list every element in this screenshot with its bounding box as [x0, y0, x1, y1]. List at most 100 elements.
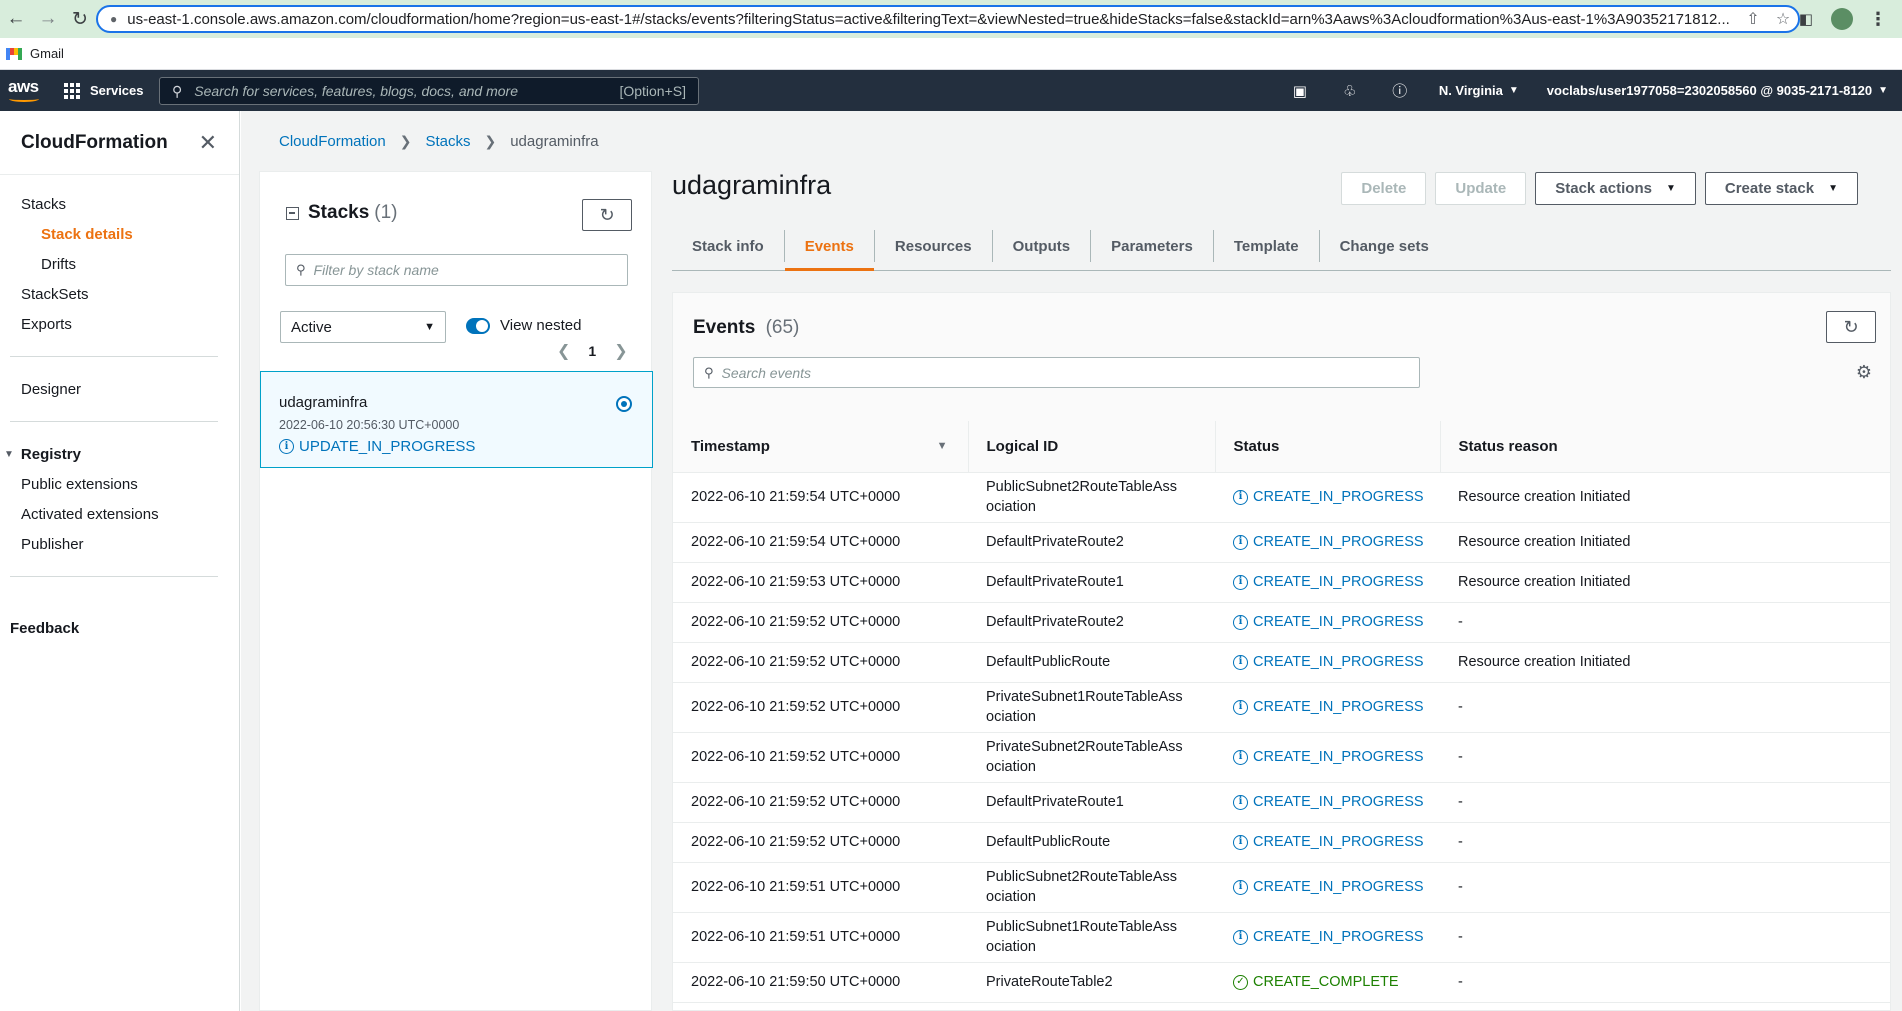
- status-text[interactable]: CREATE_IN_PROGRESS: [1253, 652, 1424, 672]
- aws-search-input[interactable]: [194, 83, 620, 99]
- column-header-status[interactable]: Status: [1214, 421, 1440, 473]
- services-button[interactable]: Services: [64, 82, 144, 99]
- column-header-status-reason[interactable]: Status reason: [1439, 421, 1890, 473]
- info-icon: i: [279, 439, 294, 454]
- info-icon: i: [1233, 834, 1248, 850]
- nav-section-registry[interactable]: ▼ Registry: [0, 439, 239, 469]
- tab-template[interactable]: Template: [1214, 230, 1320, 262]
- refresh-icon: ↻: [599, 204, 615, 225]
- chevron-right-icon[interactable]: ❯: [614, 341, 627, 361]
- region-selector[interactable]: N. Virginia ▼: [1425, 83, 1533, 98]
- events-search-input[interactable]: [721, 364, 1409, 381]
- info-icon: i: [1233, 879, 1248, 895]
- main-content: CloudFormation ❯ Stacks ❯ udagraminfra S…: [241, 111, 1902, 1011]
- aws-search-bar[interactable]: ⚲ [Option+S]: [159, 77, 699, 105]
- help-icon[interactable]: ⓘ: [1375, 70, 1425, 111]
- column-header-logical-id[interactable]: Logical ID: [967, 421, 1215, 473]
- table-row: 2022-06-10 21:59:52 UTC+0000 PrivateSubne…: [673, 682, 1890, 733]
- status-text[interactable]: CREATE_IN_PROGRESS: [1253, 572, 1424, 592]
- status-text[interactable]: CREATE_IN_PROGRESS: [1253, 877, 1424, 897]
- tab-change-sets[interactable]: Change sets: [1320, 230, 1449, 262]
- stacks-refresh-button[interactable]: ↻: [582, 199, 632, 231]
- status-reason-header-label: Status reason: [1458, 437, 1558, 455]
- cell-status-reason: Resource creation Initiated: [1440, 472, 1890, 523]
- breadcrumb-stacks[interactable]: Stacks: [425, 133, 470, 150]
- stack-status: i UPDATE_IN_PROGRESS: [279, 438, 652, 455]
- nav-item-feedback[interactable]: Feedback: [0, 613, 239, 643]
- status-text[interactable]: CREATE_IN_PROGRESS: [1253, 792, 1424, 812]
- chevron-left-icon[interactable]: ❮: [557, 341, 570, 361]
- sidenav-title[interactable]: CloudFormation: [21, 132, 168, 154]
- nav-item-exports[interactable]: Exports: [0, 309, 239, 339]
- collapse-icon[interactable]: [286, 206, 299, 220]
- cell-logical-id: DefaultPublicRoute: [968, 822, 1215, 863]
- status-text[interactable]: CREATE_IN_PROGRESS: [1253, 927, 1424, 947]
- timestamp-header-label: Timestamp: [691, 437, 770, 455]
- status-text[interactable]: CREATE_IN_PROGRESS: [1253, 532, 1424, 552]
- info-icon: i: [1233, 654, 1248, 670]
- cell-status-reason: -: [1440, 962, 1890, 1003]
- stack-filter[interactable]: ⚲: [285, 254, 628, 286]
- share-icon[interactable]: ⇧: [1738, 9, 1768, 29]
- breadcrumb-cloudformation[interactable]: CloudFormation: [279, 133, 386, 150]
- aws-logo[interactable]: aws: [8, 77, 44, 105]
- stack-card[interactable]: udagraminfra 2022-06-10 20:56:30 UTC+000…: [260, 371, 653, 468]
- refresh-icon: ↻: [1843, 316, 1859, 337]
- stack-filter-input[interactable]: [313, 262, 617, 278]
- cell-logical-id: PublicSubnet2RouteTableAssociation: [968, 862, 1215, 913]
- side-panel-icon[interactable]: ◧: [1792, 5, 1820, 33]
- cell-timestamp: 2022-06-10 21:59:51 UTC+0000: [673, 912, 968, 963]
- tab-outputs[interactable]: Outputs: [993, 230, 1092, 262]
- view-nested-toggle[interactable]: View nested: [466, 317, 581, 334]
- bell-icon[interactable]: ♧: [1325, 70, 1375, 111]
- reload-icon[interactable]: ↻: [64, 3, 96, 35]
- tab-resources[interactable]: Resources: [875, 230, 993, 262]
- forward-arrow-icon[interactable]: →: [32, 3, 64, 35]
- status-text[interactable]: CREATE_IN_PROGRESS: [1253, 612, 1424, 632]
- stack-actions-label: Stack actions: [1555, 180, 1652, 197]
- status-text[interactable]: CREATE_IN_PROGRESS: [1253, 832, 1424, 852]
- delete-button[interactable]: Delete: [1341, 172, 1427, 205]
- search-icon: ⚲: [296, 262, 306, 277]
- cloudshell-icon[interactable]: ▣: [1275, 70, 1325, 111]
- gear-icon[interactable]: ⚙: [1856, 362, 1872, 383]
- column-header-timestamp[interactable]: Timestamp ▼: [673, 421, 968, 473]
- back-arrow-icon[interactable]: ←: [0, 3, 32, 35]
- stack-actions-button[interactable]: Stack actions ▼: [1535, 172, 1696, 205]
- status-text[interactable]: CREATE_IN_PROGRESS: [1253, 697, 1424, 717]
- profile-button[interactable]: [1828, 5, 1856, 33]
- toggle-switch[interactable]: [466, 317, 490, 334]
- status-filter-select[interactable]: Active ▼: [280, 311, 446, 343]
- cell-status: ✓CREATE_COMPLETE: [1215, 1002, 1440, 1010]
- nav-item-stacksets[interactable]: StackSets: [0, 279, 239, 309]
- status-text[interactable]: CREATE_IN_PROGRESS: [1253, 747, 1424, 767]
- page-number[interactable]: 1: [588, 343, 596, 359]
- nav-divider: [10, 421, 218, 422]
- kebab-menu-icon[interactable]: ⋮: [1864, 5, 1892, 33]
- table-row: 2022-06-10 21:59:52 UTC+0000 DefaultPriva…: [673, 782, 1890, 823]
- close-icon[interactable]: ✕: [199, 130, 217, 156]
- profile-avatar: [1831, 8, 1853, 30]
- account-label: voclabs/user1977058=2302058560 @ 9035-21…: [1546, 83, 1873, 98]
- nav-item-activated-extensions[interactable]: Activated extensions: [0, 499, 239, 529]
- nav-item-publisher[interactable]: Publisher: [0, 529, 239, 559]
- browser-toolbar: ← → ↻ ● us-east-1.console.aws.amazon.com…: [0, 0, 1902, 38]
- sort-down-icon[interactable]: ▼: [937, 440, 948, 452]
- stack-radio[interactable]: [616, 396, 632, 412]
- bookmark-gmail[interactable]: Gmail: [30, 46, 64, 61]
- events-refresh-button[interactable]: ↻: [1826, 311, 1876, 343]
- events-search[interactable]: ⚲: [693, 357, 1420, 388]
- create-stack-button[interactable]: Create stack ▼: [1704, 172, 1858, 205]
- account-menu[interactable]: voclabs/user1977058=2302058560 @ 9035-21…: [1533, 83, 1902, 98]
- address-bar[interactable]: ● us-east-1.console.aws.amazon.com/cloud…: [96, 5, 1800, 33]
- nav-item-drifts[interactable]: Drifts: [0, 249, 239, 279]
- nav-item-public-extensions[interactable]: Public extensions: [0, 469, 239, 499]
- tab-stack-info[interactable]: Stack info: [672, 230, 785, 262]
- nav-item-designer[interactable]: Designer: [0, 374, 239, 404]
- update-button[interactable]: Update: [1435, 172, 1527, 205]
- status-text[interactable]: CREATE_IN_PROGRESS: [1253, 487, 1424, 507]
- tab-events[interactable]: Events: [784, 230, 875, 271]
- nav-item-stacks[interactable]: Stacks: [0, 189, 239, 219]
- tab-parameters[interactable]: Parameters: [1091, 230, 1214, 262]
- nav-item-stack-details[interactable]: Stack details: [0, 219, 239, 249]
